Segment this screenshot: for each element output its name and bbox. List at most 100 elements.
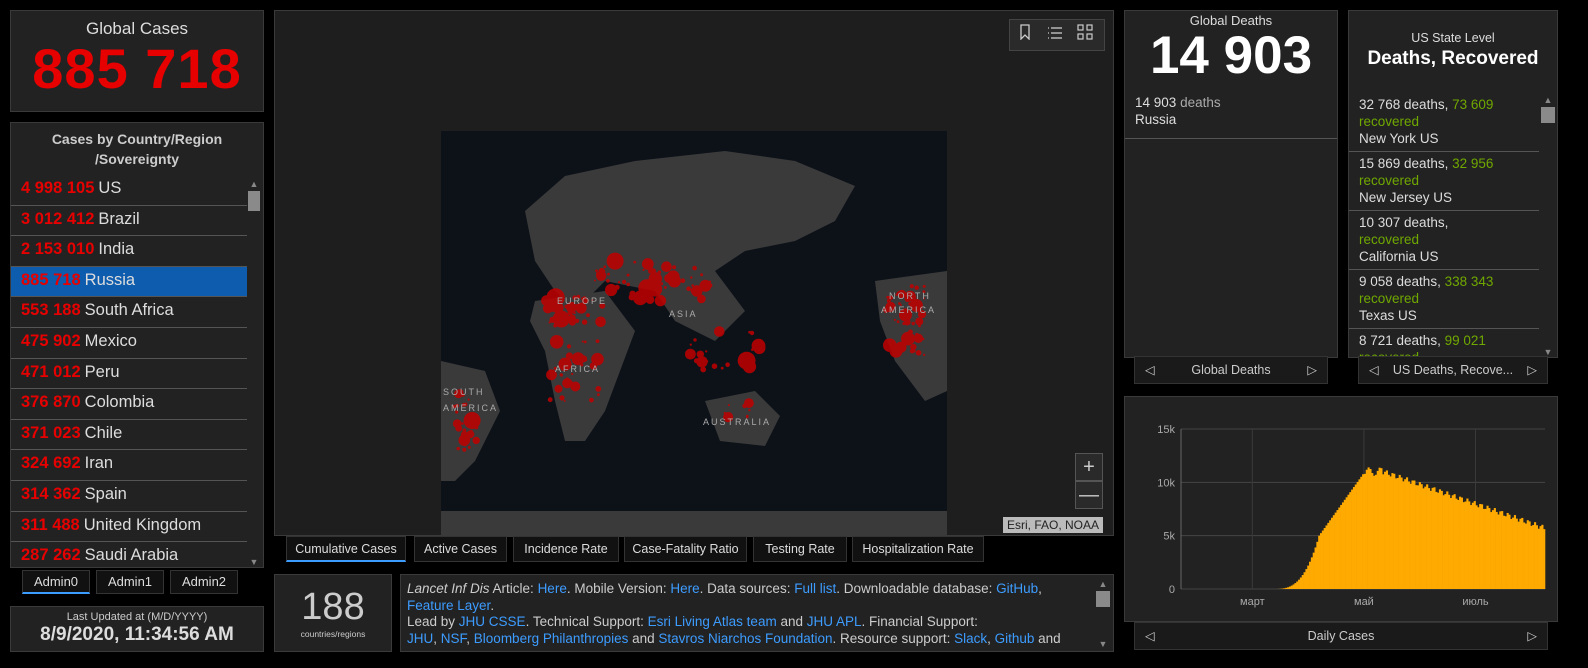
daily-case-bar[interactable]: [1499, 511, 1502, 589]
qr-grid-icon[interactable]: [1070, 20, 1100, 50]
daily-cases-chart[interactable]: 0 5k 10k 15k март май июль: [1125, 397, 1557, 621]
daily-case-bar[interactable]: [1296, 581, 1299, 590]
case-bubble[interactable]: [603, 265, 607, 269]
country-list-scrollbar[interactable]: ▲ ▼: [248, 179, 260, 567]
case-bubble[interactable]: [914, 335, 918, 340]
stavros-link[interactable]: Stavros Niarchos Foundation: [658, 631, 832, 646]
daily-case-bar[interactable]: [1526, 520, 1529, 589]
daily-case-bar[interactable]: [1378, 467, 1381, 589]
daily-case-bar[interactable]: [1539, 526, 1542, 589]
case-bubble[interactable]: [617, 281, 621, 284]
case-bubble[interactable]: [568, 314, 576, 323]
daily-case-bar[interactable]: [1473, 501, 1476, 589]
jhu-csse-link[interactable]: JHU CSSE: [459, 614, 526, 629]
data-sources-link[interactable]: Full list: [794, 581, 836, 596]
tab-hospitalization-rate[interactable]: Hospitalization Rate: [852, 536, 984, 562]
daily-case-bar[interactable]: [1336, 510, 1339, 589]
daily-case-bar[interactable]: [1433, 487, 1436, 589]
us-state-scrollbar[interactable]: ▲ ▼: [1541, 95, 1555, 357]
country-row[interactable]: 553 188 South Africa: [11, 297, 247, 328]
next-arrow-icon[interactable]: ▷: [1307, 357, 1317, 383]
daily-case-bar[interactable]: [1407, 481, 1410, 589]
country-row[interactable]: 371 023 Chile: [11, 420, 247, 451]
case-bubble[interactable]: [452, 419, 462, 428]
daily-case-bar[interactable]: [1459, 496, 1462, 589]
prev-arrow-icon[interactable]: ◁: [1369, 357, 1379, 383]
country-row[interactable]: 324 692 Iran: [11, 450, 247, 481]
daily-case-bar[interactable]: [1321, 530, 1324, 589]
case-bubble[interactable]: [589, 397, 594, 403]
case-bubble[interactable]: [690, 276, 693, 279]
daily-case-bar[interactable]: [1477, 507, 1480, 589]
case-bubble[interactable]: [727, 404, 730, 407]
daily-case-bar[interactable]: [1486, 505, 1489, 589]
daily-case-bar[interactable]: [1294, 583, 1297, 589]
daily-case-bar[interactable]: [1420, 484, 1423, 589]
daily-case-bar[interactable]: [1351, 489, 1354, 589]
daily-case-bar[interactable]: [1453, 494, 1456, 589]
case-bubble[interactable]: [714, 326, 725, 337]
case-bubble[interactable]: [554, 384, 563, 393]
us-state-row[interactable]: 15 869 deaths, 32 956 recovered New Jersey…: [1349, 152, 1539, 211]
case-bubble[interactable]: [705, 350, 708, 353]
daily-case-bar[interactable]: [1354, 484, 1357, 589]
global-deaths-detail[interactable]: 14 903 deaths Russia: [1125, 84, 1337, 139]
daily-case-bar[interactable]: [1464, 501, 1467, 589]
case-bubble[interactable]: [921, 337, 925, 341]
country-row[interactable]: 3 012 412 Brazil: [11, 206, 247, 237]
case-bubble[interactable]: [548, 321, 551, 324]
daily-case-bar[interactable]: [1532, 525, 1535, 589]
daily-case-bar[interactable]: [1329, 520, 1332, 589]
daily-case-bar[interactable]: [1338, 507, 1341, 589]
daily-case-bar[interactable]: [1508, 514, 1511, 589]
daily-case-bar[interactable]: [1506, 512, 1509, 589]
bookmark-icon[interactable]: [1010, 20, 1040, 50]
daily-case-bar[interactable]: [1380, 468, 1383, 589]
daily-case-bar[interactable]: [1303, 572, 1306, 589]
case-bubble[interactable]: [467, 445, 471, 449]
case-bubble[interactable]: [913, 349, 916, 353]
case-bubble[interactable]: [698, 284, 706, 292]
daily-case-bar[interactable]: [1389, 476, 1392, 589]
daily-case-bar[interactable]: [1369, 469, 1372, 589]
case-bubble[interactable]: [642, 268, 645, 271]
scroll-up-icon[interactable]: ▲: [1096, 579, 1110, 589]
case-bubble[interactable]: [693, 338, 697, 342]
daily-case-bar[interactable]: [1435, 491, 1438, 589]
case-bubble[interactable]: [660, 282, 664, 286]
bloomberg-link[interactable]: Bloomberg Philanthropies: [474, 631, 629, 646]
scroll-thumb[interactable]: [248, 191, 260, 211]
us-state-row[interactable]: 32 768 deaths, 73 609 recovered New York U…: [1349, 93, 1539, 152]
daily-case-bar[interactable]: [1497, 514, 1500, 589]
case-bubble[interactable]: [586, 313, 590, 318]
daily-case-bar[interactable]: [1460, 497, 1463, 589]
scroll-thumb[interactable]: [1541, 107, 1555, 123]
case-bubble[interactable]: [575, 318, 580, 323]
case-bubble[interactable]: [753, 342, 766, 355]
daily-case-bar[interactable]: [1318, 535, 1321, 589]
daily-case-bar[interactable]: [1438, 489, 1442, 589]
country-row[interactable]: 475 902 Mexico: [11, 328, 247, 359]
us-state-list[interactable]: 32 768 deaths, 73 609 recovered New York U…: [1349, 93, 1539, 357]
scroll-thumb[interactable]: [1096, 591, 1110, 607]
tab-cumulative-cases[interactable]: Cumulative Cases: [286, 536, 406, 562]
case-bubble[interactable]: [693, 358, 699, 364]
case-bubble[interactable]: [626, 273, 630, 277]
tab-case-fatality-ratio[interactable]: Case-Fatality Ratio: [624, 536, 747, 562]
feature-layer-link[interactable]: Feature Layer: [407, 598, 490, 613]
daily-case-bar[interactable]: [1440, 490, 1443, 589]
daily-case-bar[interactable]: [1519, 518, 1522, 589]
daily-case-bar[interactable]: [1470, 505, 1473, 589]
map-panel[interactable]: EUROPE ASIA AFRICA AUSTRALIA NORTH AMERI…: [274, 10, 1114, 537]
github-link[interactable]: GitHub: [996, 581, 1038, 596]
case-bubble[interactable]: [720, 366, 724, 370]
daily-case-bar[interactable]: [1488, 508, 1491, 589]
daily-case-bar[interactable]: [1310, 557, 1313, 589]
daily-case-bar[interactable]: [1448, 494, 1451, 589]
case-bubble[interactable]: [896, 320, 900, 324]
case-bubble[interactable]: [889, 344, 903, 358]
case-bubble[interactable]: [594, 279, 596, 282]
daily-case-bar[interactable]: [1287, 587, 1290, 589]
daily-case-bar[interactable]: [1471, 502, 1474, 589]
daily-case-bar[interactable]: [1352, 487, 1356, 589]
